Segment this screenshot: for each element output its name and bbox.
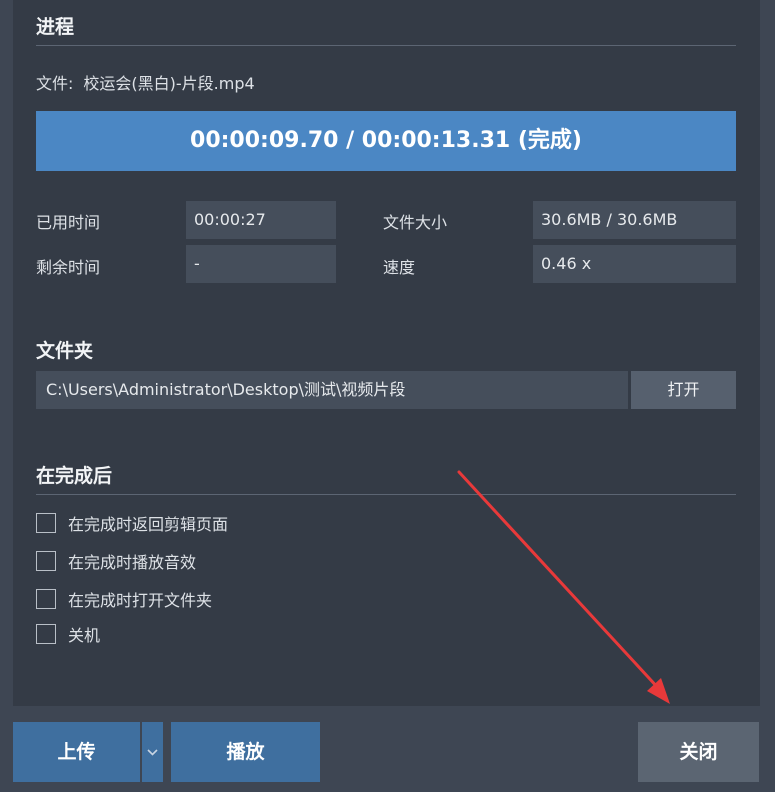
checkbox[interactable] (36, 551, 56, 571)
file-size-value: 30.6MB / 30.6MB (533, 201, 736, 239)
after-complete-divider (36, 494, 736, 495)
checkbox[interactable] (36, 624, 56, 644)
option-label: 在完成时返回剪辑页面 (68, 515, 229, 534)
after-complete-section-title: 在完成后 (36, 465, 113, 487)
file-size-label: 文件大小 (383, 213, 448, 232)
play-button[interactable]: 播放 (171, 722, 320, 782)
chevron-down-icon (147, 749, 158, 756)
elapsed-time-value: 00:00:27 (186, 201, 336, 239)
folder-section-title: 文件夹 (36, 340, 94, 362)
speed-value: 0.46 x (533, 245, 736, 283)
progress-divider (36, 45, 736, 46)
option-label: 在完成时播放音效 (68, 553, 197, 572)
file-label: 文件: (36, 74, 74, 93)
close-button[interactable]: 关闭 (638, 722, 759, 782)
file-info: 文件: 校运会(黑白)-片段.mp4 (36, 70, 255, 94)
option-label: 在完成时打开文件夹 (68, 591, 213, 610)
progress-section-title: 进程 (36, 16, 75, 38)
option-label: 关机 (68, 626, 101, 645)
open-folder-button[interactable]: 打开 (631, 371, 736, 409)
export-progress-panel: 进程 文件: 校运会(黑白)-片段.mp4 00:00:09.70 / 00:00… (13, 0, 760, 706)
option-shutdown[interactable]: 关机 (36, 622, 100, 646)
checkbox[interactable] (36, 589, 56, 609)
option-open-folder[interactable]: 在完成时打开文件夹 (36, 587, 212, 611)
remaining-time-label: 剩余时间 (36, 258, 101, 277)
option-return-to-edit[interactable]: 在完成时返回剪辑页面 (36, 511, 228, 535)
progress-bar: 00:00:09.70 / 00:00:13.31 (完成) (36, 111, 736, 171)
checkbox[interactable] (36, 513, 56, 533)
upload-dropdown-button[interactable] (142, 722, 163, 782)
output-path-field[interactable]: C:\Users\Administrator\Desktop\测试\视频片段 (36, 371, 628, 409)
file-name: 校运会(黑白)-片段.mp4 (83, 74, 255, 93)
progress-text: 00:00:09.70 / 00:00:13.31 (完成) (190, 128, 582, 153)
option-play-sound[interactable]: 在完成时播放音效 (36, 549, 196, 573)
speed-label: 速度 (383, 258, 416, 277)
elapsed-time-label: 已用时间 (36, 213, 101, 232)
upload-button[interactable]: 上传 (13, 722, 140, 782)
remaining-time-value: - (186, 245, 336, 283)
